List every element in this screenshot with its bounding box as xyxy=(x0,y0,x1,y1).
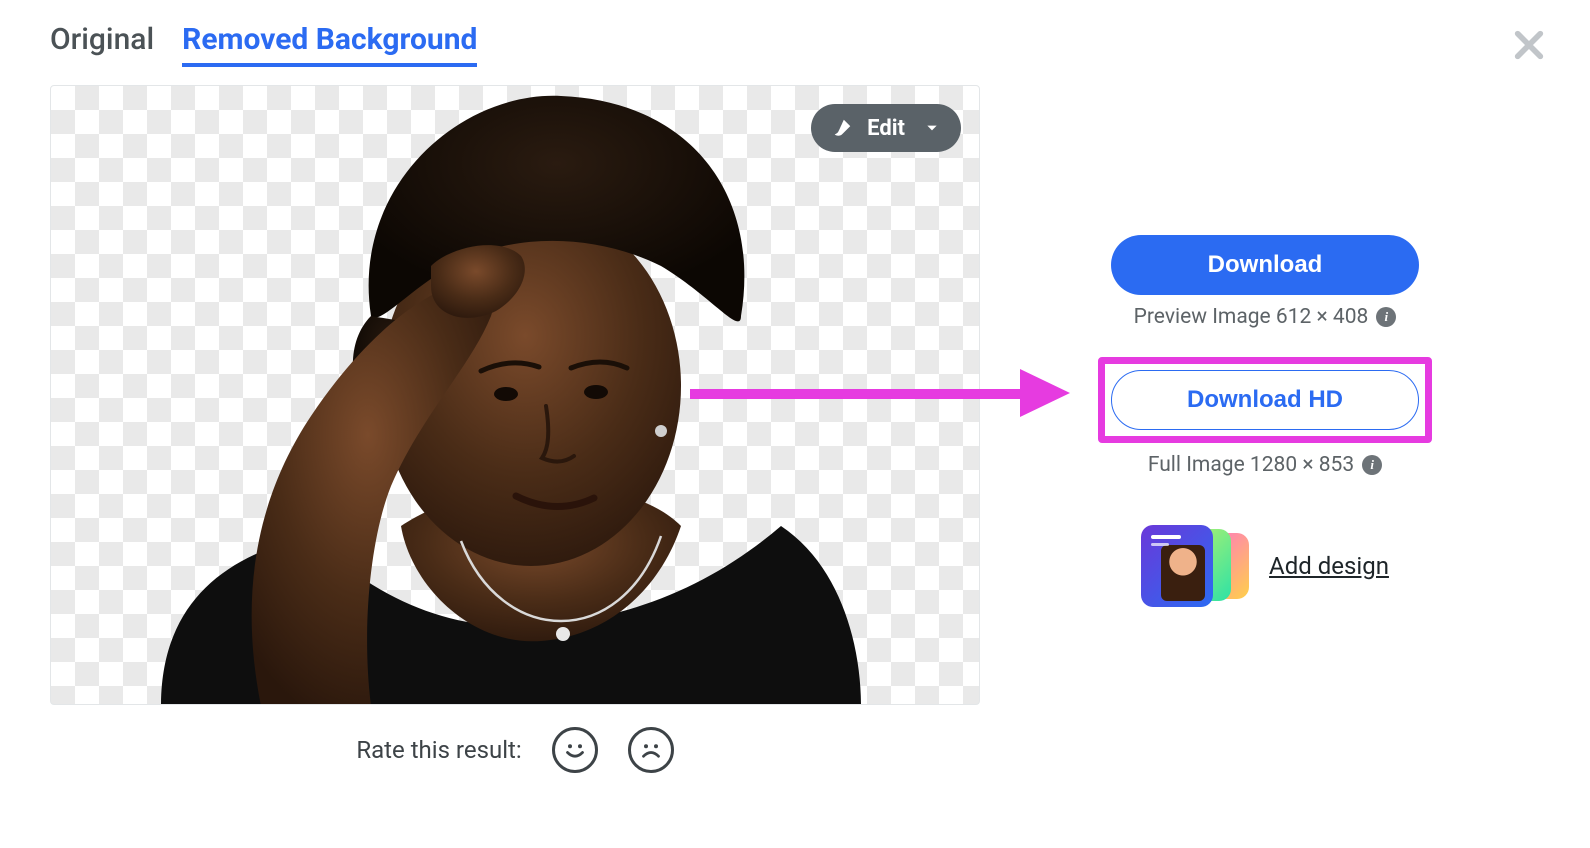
close-button[interactable] xyxy=(1512,28,1546,62)
add-design-button[interactable]: Add design xyxy=(1141,525,1389,607)
close-icon xyxy=(1512,28,1546,62)
full-size-label: Full Image 1280 × 853 i xyxy=(1148,453,1382,477)
download-button[interactable]: Download xyxy=(1111,235,1419,295)
rate-bad-button[interactable] xyxy=(628,727,674,773)
tab-original[interactable]: Original xyxy=(50,22,154,67)
add-design-label: Add design xyxy=(1269,552,1389,580)
rate-row: Rate this result: xyxy=(50,727,980,773)
rate-label: Rate this result: xyxy=(356,736,521,764)
download-hd-button[interactable]: Download HD xyxy=(1111,370,1419,430)
design-thumbnails-icon xyxy=(1141,525,1249,607)
edit-button-label: Edit xyxy=(867,116,905,141)
image-preview: Edit xyxy=(50,85,980,705)
info-icon[interactable]: i xyxy=(1376,307,1396,327)
annotation-highlight: Download HD xyxy=(1098,357,1432,443)
tabs: Original Removed Background xyxy=(50,22,1540,67)
brush-icon xyxy=(831,117,853,139)
tab-removed-background[interactable]: Removed Background xyxy=(182,22,477,67)
chevron-down-icon xyxy=(925,121,939,135)
edit-button[interactable]: Edit xyxy=(811,104,961,152)
info-icon[interactable]: i xyxy=(1362,455,1382,475)
subject-cutout xyxy=(101,86,881,705)
rate-good-button[interactable] xyxy=(552,727,598,773)
frown-icon xyxy=(636,735,666,765)
smile-icon xyxy=(560,735,590,765)
preview-size-label: Preview Image 612 × 408 i xyxy=(1134,305,1397,329)
